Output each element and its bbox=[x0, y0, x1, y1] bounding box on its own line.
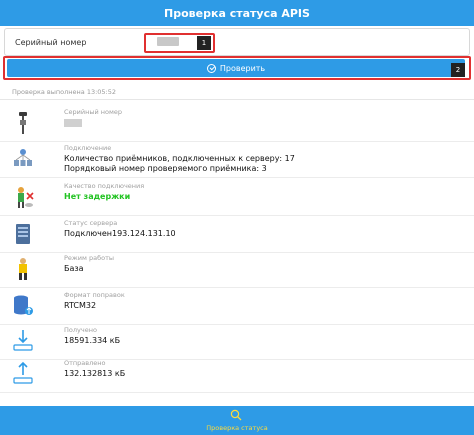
check-button[interactable]: Проверить bbox=[7, 59, 465, 77]
info-row-received: Получено 18591.334 кБ bbox=[0, 324, 474, 360]
row-label: Подключение bbox=[64, 144, 112, 152]
serial-number-label: Серийный номер bbox=[15, 38, 87, 47]
checkmark-circle-icon bbox=[206, 63, 216, 73]
search-icon[interactable] bbox=[230, 409, 242, 421]
row-label: Статус сервера bbox=[64, 219, 118, 227]
server-icon bbox=[16, 224, 30, 244]
info-row-mode: Режим работы База bbox=[0, 252, 474, 288]
info-row-format: Формат поправок RTCM32 bbox=[0, 289, 474, 325]
row-value: Подключен193.124.131.10 bbox=[64, 229, 176, 238]
page-title: Проверка статуса APIS bbox=[164, 6, 310, 20]
info-row-sent: Отправлено 132.132813 кБ bbox=[0, 357, 474, 393]
row-value: Нет задержки bbox=[64, 192, 131, 201]
receiver-index-text: Порядковый номер проверяемого приёмника:… bbox=[64, 164, 267, 173]
check-button-label: Проверить bbox=[219, 63, 266, 73]
annotation-number-1: 1 bbox=[197, 36, 211, 50]
serial-number-row: Серийный номер bbox=[4, 28, 470, 56]
quality-worker-icon bbox=[18, 187, 34, 208]
upload-arrow-icon bbox=[13, 361, 33, 384]
receivers-count-text: Количество приёмников, подключенных к се… bbox=[64, 154, 295, 163]
database-upload-icon bbox=[14, 295, 33, 315]
app-header: Проверка статуса APIS bbox=[0, 0, 474, 26]
receiver-pole-icon bbox=[19, 112, 27, 134]
row-label: Получено bbox=[64, 326, 97, 334]
row-label: Режим работы bbox=[64, 254, 114, 262]
row-label: Формат поправок bbox=[64, 291, 125, 299]
row-value: 18591.334 кБ bbox=[64, 336, 121, 345]
row-label: Отправлено bbox=[64, 359, 106, 367]
row-value: База bbox=[64, 264, 84, 273]
info-row-connection: Подключение Количество приёмников, подкл… bbox=[0, 142, 474, 178]
row-value: Количество приёмников, подключенных к се… bbox=[64, 154, 295, 174]
serial-value-redacted bbox=[64, 119, 82, 127]
satellite-receivers-icon bbox=[14, 149, 32, 166]
tab-status-check[interactable]: Проверка статуса bbox=[0, 424, 474, 432]
row-value: 132.132813 кБ bbox=[64, 369, 126, 378]
info-row-server: Статус сервера Подключен193.124.131.10 bbox=[0, 217, 474, 253]
info-row-serial: Серийный номер bbox=[0, 106, 474, 142]
surveyor-icon bbox=[19, 258, 27, 280]
last-check-time: Проверка выполнена 13:05:52 bbox=[12, 88, 117, 96]
row-label: Качество подключения bbox=[64, 182, 145, 190]
download-arrow-icon bbox=[13, 330, 33, 351]
row-label: Серийный номер bbox=[64, 108, 123, 116]
row-value: RTCM32 bbox=[64, 301, 97, 310]
info-row-quality: Качество подключения Нет задержки bbox=[0, 180, 474, 216]
annotation-number-2: 2 bbox=[451, 63, 465, 77]
divider bbox=[0, 99, 474, 100]
bottom-tab-bar: Проверка статуса bbox=[0, 406, 474, 435]
